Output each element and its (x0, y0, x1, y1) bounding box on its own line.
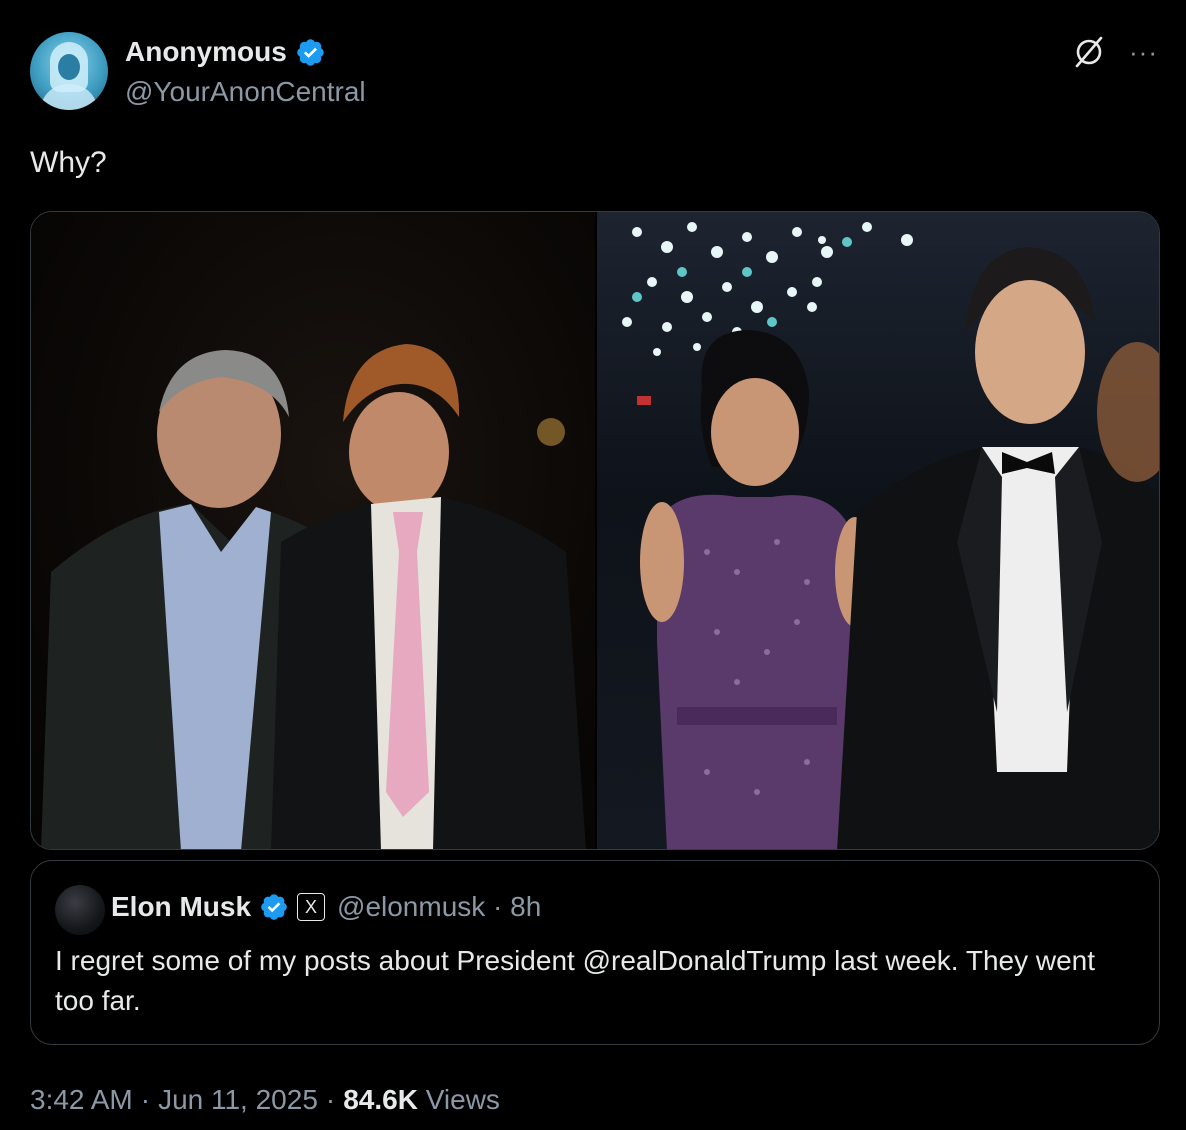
right-photo[interactable] (597, 212, 1159, 849)
views-count: 84.6K (343, 1084, 418, 1115)
quoted-author-avatar[interactable] (55, 885, 105, 935)
author-avatar[interactable] (30, 32, 108, 110)
tweet-meta: 3:42 AM · Jun 11, 2025 · 84.6K Views (30, 1084, 500, 1116)
grok-icon[interactable] (1071, 34, 1107, 70)
meta-separator: · (140, 1084, 151, 1115)
meta-separator: · (325, 1084, 336, 1115)
tweet-text: Why? (30, 146, 107, 179)
left-photo-illustration (41, 344, 586, 849)
top-actions: ··· (1071, 34, 1158, 70)
quoted-author-name[interactable]: Elon Musk (111, 891, 251, 923)
tweet-date[interactable]: Jun 11, 2025 (158, 1084, 318, 1116)
right-photo-illustration (622, 222, 1159, 849)
quoted-tweet-text: I regret some of my posts about Presiden… (55, 945, 1096, 1016)
author-handle[interactable]: @YourAnonCentral (125, 76, 366, 108)
x-affiliate-icon: X (297, 893, 326, 921)
quoted-tweet[interactable]: Elon Musk X @elonmusk · 8h I regret some… (30, 860, 1160, 1045)
verified-badge-icon (297, 38, 324, 66)
tweet-media[interactable] (30, 211, 1160, 850)
left-photo[interactable] (31, 212, 595, 849)
quoted-handle-time[interactable]: @elonmusk · 8h (337, 891, 541, 923)
more-options-icon[interactable]: ··· (1129, 39, 1158, 65)
tweet-time[interactable]: 3:42 AM (30, 1084, 133, 1116)
author-display-name[interactable]: Anonymous (125, 36, 287, 68)
verified-badge-icon (261, 894, 287, 920)
views-label: Views (425, 1084, 500, 1115)
author-name-row[interactable]: Anonymous (125, 36, 326, 68)
quoted-author-row: Elon Musk X @elonmusk · 8h (111, 891, 541, 923)
